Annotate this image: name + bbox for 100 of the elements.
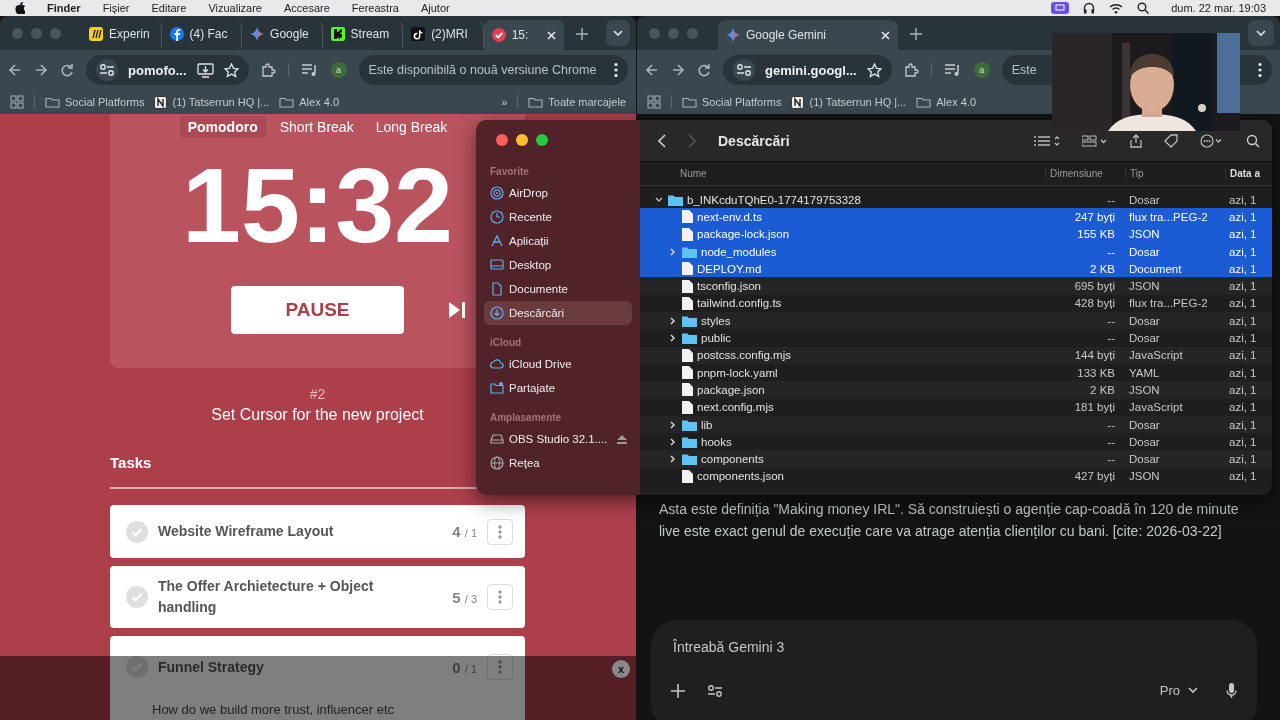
task-card[interactable]: Website Wireframe Layout 4 / 1 (110, 505, 525, 558)
browser-tab[interactable]: (2)MRI (403, 20, 484, 48)
pause-button[interactable]: PAUSE (231, 286, 404, 334)
file-row[interactable]: hooks -- Dosar azi, 1 (640, 433, 1272, 451)
file-name: hooks (701, 435, 732, 448)
task-card[interactable]: The Offer Archietecture + Object handling 5 / 3 (110, 566, 525, 628)
mode-tab[interactable]: Long Break (367, 116, 456, 138)
file-name: tsconfig.json (697, 280, 761, 293)
sidebar-item[interactable]: AirDrop (484, 181, 632, 205)
file-date: azi, 1 (1228, 280, 1258, 293)
bookmark[interactable]: Alex 4.0 (916, 96, 977, 108)
file-name: node_modules (701, 245, 777, 258)
column-header[interactable]: Dimensiune (1045, 168, 1125, 179)
file-row[interactable]: next.config.mjs 181 byți JavaScript azi, 1 (640, 398, 1272, 416)
browser-tab[interactable]: Google Gemini (718, 20, 898, 50)
file-row[interactable]: components -- Dosar azi, 1 (640, 450, 1272, 468)
mode-tab[interactable]: Short Break (271, 116, 362, 138)
menu-item[interactable]: Accesare (284, 2, 330, 14)
mode-tab[interactable]: Pomodoro (179, 116, 266, 138)
browser-tab[interactable]: Stream (322, 20, 404, 48)
file-row[interactable]: tsconfig.json 695 byți JSON azi, 1 (640, 277, 1272, 295)
sidebar-item[interactable]: Desktop (484, 253, 632, 277)
file-row[interactable]: tailwind.config.ts 428 byți flux tra...PEG-2 azi, 1 (640, 294, 1272, 313)
update-notice[interactable]: Este disponibilă o nouă versiune Chrome (358, 55, 628, 85)
bookmark[interactable]: (1) Tatserrun HQ |... (791, 95, 907, 109)
column-header[interactable]: Tip (1125, 168, 1225, 179)
file-row[interactable]: postcss.config.mjs 144 byți JavaScript azi, 1 (640, 346, 1272, 364)
model-picker[interactable]: Pro (1153, 682, 1204, 699)
task-note: How do we build more trust, influencer etc (151, 701, 396, 717)
file-row[interactable]: components.json 427 byți JSON azi, 1 (640, 467, 1272, 486)
menu-item[interactable]: Finder (47, 2, 81, 14)
file-date: azi, 1 (1228, 210, 1258, 223)
browser-tab[interactable]: 15: (483, 20, 565, 50)
file-type: Document (1128, 262, 1183, 275)
browser-tab[interactable]: Experin (81, 20, 162, 48)
all-bookmarks[interactable]: Toate marcajele (528, 96, 626, 108)
file-name: styles (701, 314, 731, 327)
file-date: azi, 1 (1228, 470, 1258, 483)
file-type: Dosar (1128, 314, 1161, 327)
file-row[interactable]: DEPLOY.md 2 KB Document azi, 1 (640, 260, 1272, 278)
menu-item[interactable]: Editare (151, 2, 187, 14)
file-type: YAML (1128, 366, 1161, 379)
bookmarks-overflow[interactable]: » (501, 96, 508, 108)
bookmark[interactable]: (1) Tatserrun HQ |... (154, 95, 270, 109)
file-type: flux tra...PEG-2 (1128, 210, 1209, 223)
file-type: JSON (1128, 228, 1161, 241)
file-row[interactable]: package.json 2 KB JSON azi, 1 (640, 381, 1272, 399)
file-name: next.config.mjs (697, 401, 774, 414)
file-name: b_INKcduTQhE0-1774179753328 (687, 193, 861, 206)
bookmark[interactable]: Social Platforms (45, 96, 145, 108)
file-name: pnpm-lock.yaml (697, 366, 778, 379)
file-name: lib (701, 418, 713, 431)
file-row[interactable]: public -- Dosar azi, 1 (640, 329, 1272, 347)
file-size: -- (1106, 245, 1116, 258)
file-name: components (701, 453, 764, 466)
file-row[interactable]: next-env.d.ts 247 byți flux tra...PEG-2 azi, 1 (640, 208, 1272, 226)
prompt-box[interactable]: Întreabă Gemini 3 Pro (651, 620, 1257, 720)
task-card[interactable]: Funnel Strategy 0 / 1 How do we build more trust, influencer etc (110, 636, 525, 720)
menu-item[interactable]: Ajutor (420, 2, 450, 14)
sidebar-item[interactable]: Recente (484, 205, 632, 229)
profile-avatar[interactable]: a (973, 62, 990, 78)
menu-item[interactable]: Fereastra (351, 2, 399, 14)
file-type: Dosar (1128, 193, 1161, 206)
file-row[interactable]: b_INKcduTQhE0-1774179753328 -- Dosar azi, 1 (640, 191, 1272, 209)
sidebar-item[interactable]: Partajate (484, 376, 632, 400)
bookmark[interactable]: Social Platforms (682, 96, 782, 108)
file-type: JavaScript (1128, 349, 1184, 362)
file-size: 155 KB (1076, 228, 1116, 241)
file-size: 181 byți (1073, 401, 1116, 414)
file-date: azi, 1 (1228, 332, 1258, 344)
file-row[interactable]: lib -- Dosar azi, 1 (640, 415, 1272, 434)
file-date: azi, 1 (1228, 435, 1258, 448)
browser-tab[interactable]: Google (242, 20, 323, 48)
profile-avatar[interactable]: a (330, 62, 347, 78)
sidebar-item[interactable]: OBS Studio 32.1.... (484, 427, 632, 451)
address-bar[interactable]: gemini.googl... (723, 55, 892, 85)
file-date: azi, 1 (1228, 453, 1258, 466)
address-text: gemini.googl... (765, 62, 857, 78)
file-row[interactable]: pnpm-lock.yaml 133 KB YAML azi, 1 (640, 363, 1272, 382)
file-type: Dosar (1128, 418, 1161, 431)
file-date: azi, 1 (1228, 349, 1258, 362)
file-name: DEPLOY.md (697, 262, 762, 275)
sidebar-item[interactable]: iCloud Drive (484, 352, 632, 376)
bookmark[interactable]: Alex 4.0 (279, 96, 340, 108)
menu-item[interactable]: Vizualizare (208, 2, 262, 14)
file-size: -- (1106, 418, 1116, 431)
menu-item[interactable]: Fișier (102, 2, 130, 14)
column-header[interactable]: Nume (640, 168, 1045, 179)
menu-clock: dum. 22 mar. 19:03 (1171, 2, 1266, 14)
sidebar-item[interactable]: Documente (484, 277, 632, 301)
column-header[interactable]: Data a (1225, 168, 1272, 179)
file-size: -- (1106, 314, 1116, 327)
close-button[interactable]: x (612, 660, 630, 678)
file-row[interactable]: styles -- Dosar azi, 1 (640, 312, 1272, 330)
file-date: azi, 1 (1228, 262, 1258, 275)
browser-tab[interactable]: (4) Fac (161, 20, 243, 48)
file-date: azi, 1 (1228, 401, 1258, 414)
sidebar-item[interactable]: Aplicații (484, 229, 632, 253)
sidebar-item[interactable]: Descărcări (484, 301, 632, 325)
address-bar[interactable]: pomofo... (86, 55, 249, 85)
